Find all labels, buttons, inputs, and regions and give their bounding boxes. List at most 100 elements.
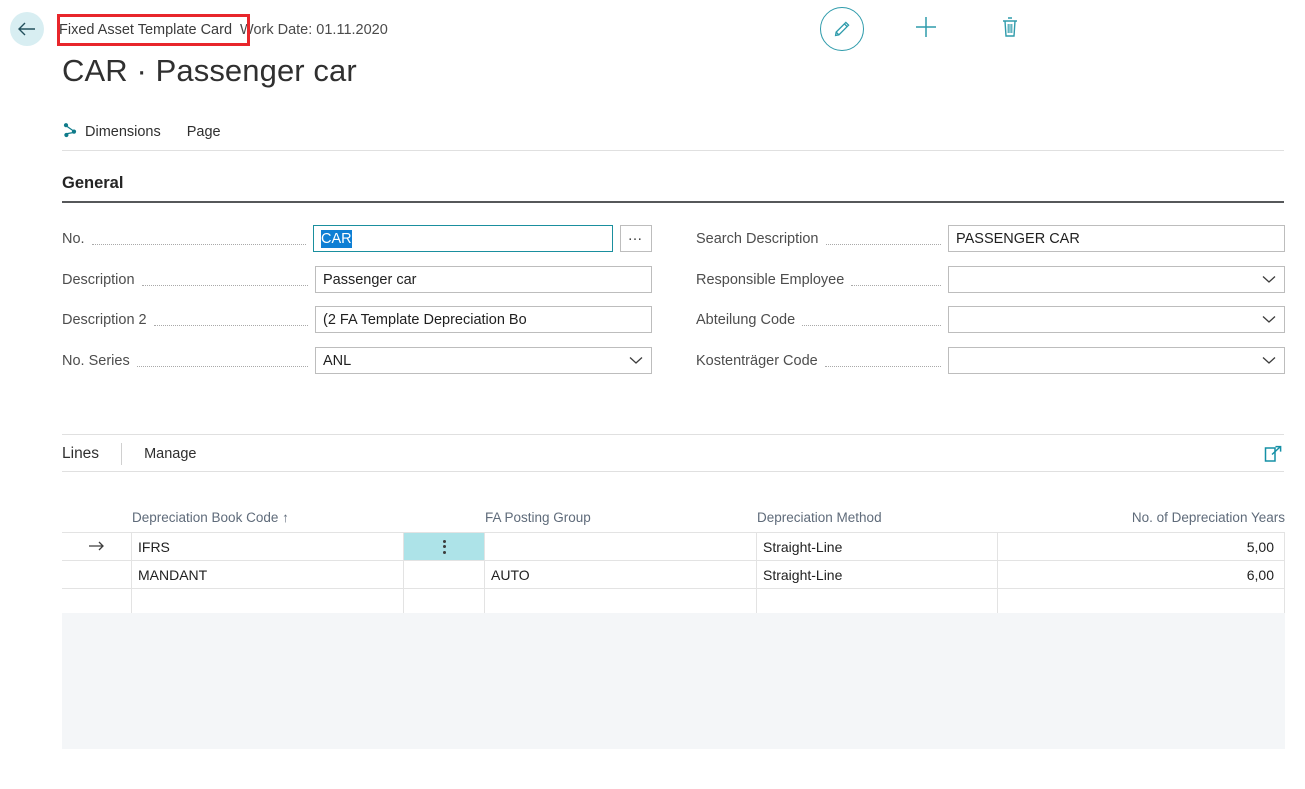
field-abteilung-code-dotleader	[802, 313, 941, 326]
cell-depreciation-method[interactable]: Straight-Line	[757, 561, 998, 588]
back-arrow-icon	[17, 21, 37, 37]
top-bar: Fixed Asset Template Card Work Date: 01.…	[0, 0, 1305, 58]
lines-top-divider	[62, 434, 1284, 435]
edit-button[interactable]	[820, 7, 864, 51]
field-description: Description Passenger car	[62, 266, 652, 293]
cell-depreciation-method[interactable]: Straight-Line	[757, 533, 998, 560]
cell-fa-posting-group[interactable]	[485, 589, 757, 616]
field-no: No. CAR …	[62, 225, 652, 252]
grid-empty-area	[62, 613, 1285, 749]
row-selector[interactable]	[62, 533, 132, 560]
page-toolbar	[820, 7, 1032, 51]
chevron-down-icon[interactable]	[1262, 312, 1276, 328]
table-row[interactable]: MANDANT AUTO Straight-Line 6,00	[62, 560, 1285, 589]
ellipsis-icon: …	[628, 232, 645, 240]
tab-dimensions-label: Dimensions	[85, 124, 161, 140]
lines-toolbar: Lines Manage	[62, 438, 1284, 470]
grid-header-no-of-depreciation-years[interactable]: No. of Depreciation Years	[998, 510, 1285, 525]
general-section-title: General	[62, 174, 123, 193]
field-no-series-label: No. Series	[62, 353, 130, 369]
row-selector[interactable]	[62, 589, 132, 616]
search-description-input[interactable]: PASSENGER CAR	[948, 225, 1285, 252]
chevron-down-icon[interactable]	[629, 353, 643, 369]
search-description-value: PASSENGER CAR	[956, 231, 1080, 247]
lines-bottom-divider	[62, 471, 1284, 472]
manage-action[interactable]: Manage	[144, 446, 196, 462]
row-options-cell[interactable]	[404, 561, 485, 588]
kostentraeger-code-dropdown[interactable]	[948, 347, 1285, 374]
tab-dimensions[interactable]: Dimensions	[62, 122, 161, 142]
grid-header-row: Depreciation Book Code ↑ FA Posting Grou…	[62, 495, 1285, 533]
no-input[interactable]: CAR	[313, 225, 613, 252]
description-2-input-value: (2 FA Template Depreciation Bo	[323, 312, 527, 328]
field-no-series: No. Series ANL	[62, 347, 652, 374]
description-input[interactable]: Passenger car	[315, 266, 652, 293]
chevron-down-icon[interactable]	[1262, 272, 1276, 288]
cell-depreciation-book-code[interactable]	[132, 589, 404, 616]
field-no-dotleader	[92, 232, 306, 245]
cell-no-of-depreciation-years[interactable]: 6,00	[998, 561, 1285, 588]
abteilung-code-dropdown[interactable]	[948, 306, 1285, 333]
cell-fa-posting-group[interactable]: AUTO	[485, 561, 757, 588]
trash-icon	[999, 15, 1021, 44]
tabs-divider	[62, 150, 1284, 151]
description-2-input[interactable]: (2 FA Template Depreciation Bo	[315, 306, 652, 333]
field-responsible-employee: Responsible Employee	[696, 266, 1285, 293]
field-responsible-employee-label: Responsible Employee	[696, 272, 844, 288]
cell-no-of-depreciation-years[interactable]	[998, 589, 1285, 616]
field-no-series-dotleader	[137, 354, 308, 367]
chevron-down-icon[interactable]	[1262, 353, 1276, 369]
grid-header-depreciation-method[interactable]: Depreciation Method	[757, 510, 998, 525]
field-description-dotleader	[142, 273, 308, 286]
field-kostentraeger-code: Kostenträger Code	[696, 347, 1285, 374]
row-selector[interactable]	[62, 561, 132, 588]
cell-no-of-depreciation-years[interactable]: 5,00	[998, 533, 1285, 560]
field-kostentraeger-code-label: Kostenträger Code	[696, 353, 818, 369]
field-description-2: Description 2 (2 FA Template Depreciatio…	[62, 306, 652, 333]
field-description-label: Description	[62, 272, 135, 288]
field-abteilung-code-label: Abteilung Code	[696, 312, 795, 328]
lines-separator	[121, 443, 122, 465]
grid-header-depreciation-book-code[interactable]: Depreciation Book Code ↑	[132, 510, 404, 525]
no-assist-edit-button[interactable]: …	[620, 225, 652, 252]
field-abteilung-code: Abteilung Code	[696, 306, 1285, 333]
delete-button[interactable]	[988, 7, 1032, 51]
breadcrumb: Fixed Asset Template Card Work Date: 01.…	[57, 17, 388, 43]
field-kostentraeger-code-dotleader	[825, 354, 941, 367]
lines-grid: Depreciation Book Code ↑ FA Posting Grou…	[62, 495, 1285, 617]
cell-fa-posting-group[interactable]	[485, 533, 757, 560]
page-title: CAR · Passenger car	[62, 53, 357, 89]
work-date-label: Work Date: 01.11.2020	[240, 22, 388, 38]
field-search-description: Search Description PASSENGER CAR	[696, 225, 1285, 252]
table-row[interactable]: IFRS Straight-Line 5,00	[62, 532, 1285, 561]
row-options-cell[interactable]	[404, 533, 485, 560]
field-description-2-label: Description 2	[62, 312, 147, 328]
tab-page-label: Page	[187, 124, 221, 140]
dimensions-icon	[62, 122, 78, 142]
general-section-divider	[62, 201, 1284, 203]
no-input-value: CAR	[321, 230, 352, 248]
field-search-description-dotleader	[826, 232, 942, 245]
back-button[interactable]	[10, 12, 44, 46]
cell-depreciation-book-code[interactable]: IFRS	[132, 533, 404, 560]
field-no-label: No.	[62, 231, 85, 247]
new-button[interactable]	[904, 7, 948, 51]
action-tabs: Dimensions Page	[62, 118, 221, 146]
plus-icon	[913, 14, 939, 45]
cell-depreciation-method[interactable]	[757, 589, 998, 616]
row-arrow-icon	[88, 539, 106, 555]
responsible-employee-dropdown[interactable]	[948, 266, 1285, 293]
grid-header-fa-posting-group[interactable]: FA Posting Group	[485, 510, 757, 525]
description-input-value: Passenger car	[323, 272, 417, 288]
field-responsible-employee-dotleader	[851, 273, 941, 286]
no-series-dropdown[interactable]: ANL	[315, 347, 652, 374]
row-options-cell[interactable]	[404, 589, 485, 616]
breadcrumb-current[interactable]: Fixed Asset Template Card	[57, 22, 234, 38]
field-description-2-dotleader	[154, 313, 308, 326]
pencil-icon	[820, 7, 864, 51]
tab-page[interactable]: Page	[187, 124, 221, 140]
expand-icon[interactable]	[1262, 443, 1284, 465]
cell-depreciation-book-code[interactable]: MANDANT	[132, 561, 404, 588]
more-options-icon[interactable]	[443, 540, 446, 554]
field-search-description-label: Search Description	[696, 231, 819, 247]
